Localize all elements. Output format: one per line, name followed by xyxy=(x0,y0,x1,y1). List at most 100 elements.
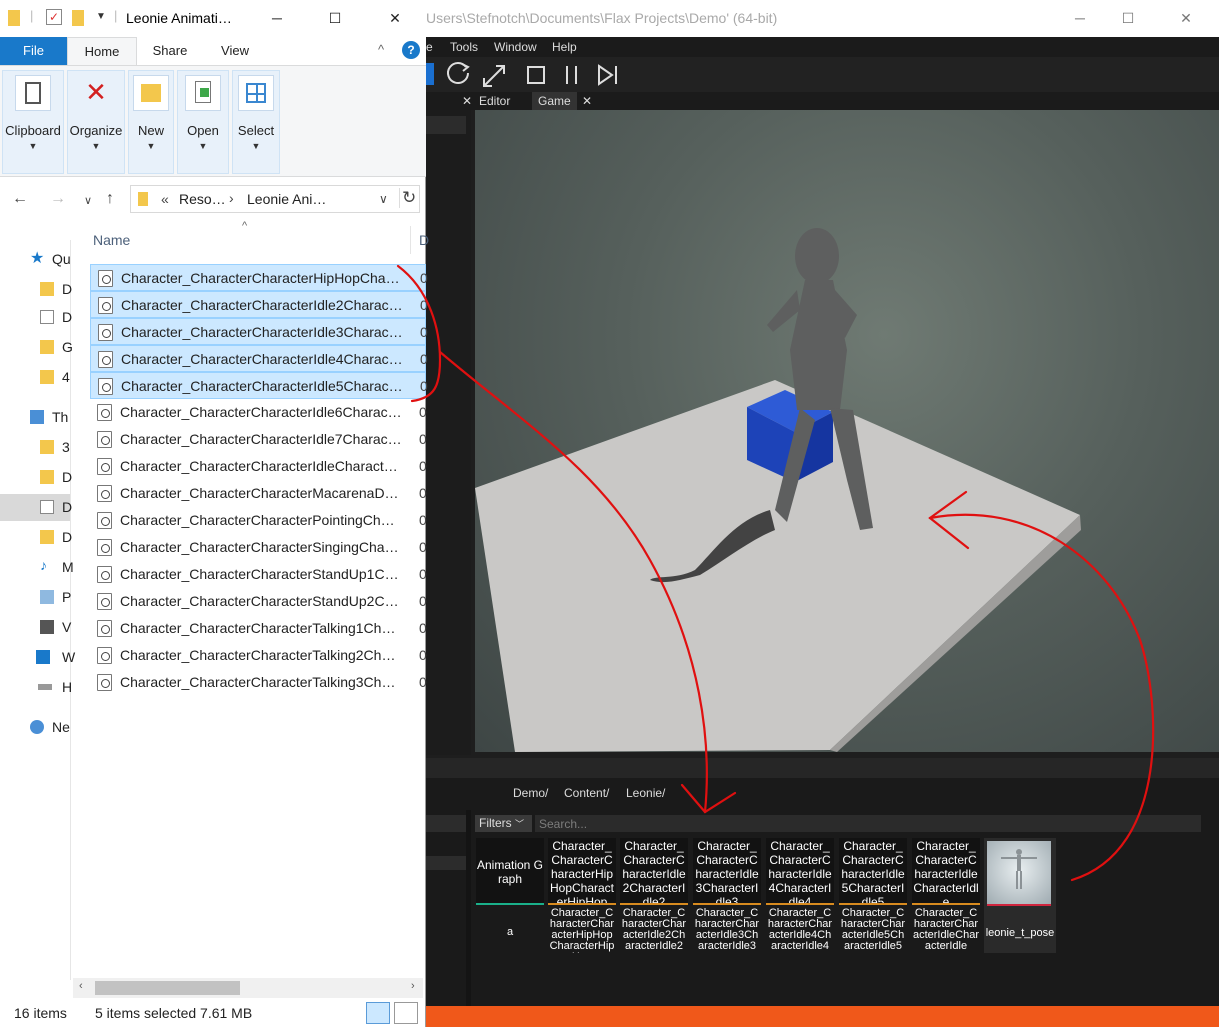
close-button[interactable]: ✕ xyxy=(1163,0,1209,37)
asset-hiphop[interactable]: Character_CharacterCharacterHipHopCharac… xyxy=(548,838,616,953)
breadcrumb-demo[interactable]: Demo/ xyxy=(513,786,548,800)
asset-leonie-t-pose[interactable]: leonie_t_pose xyxy=(984,838,1056,953)
nav-item[interactable]: V xyxy=(0,614,71,641)
nav-item[interactable]: G xyxy=(0,334,73,361)
content-search-input[interactable] xyxy=(535,815,1201,832)
forward-arrow-icon[interactable]: → xyxy=(50,190,66,208)
asset-idle3[interactable]: Character_CharacterCharacterIdle3Charact… xyxy=(693,838,761,953)
tab-view[interactable]: View xyxy=(205,37,265,65)
tab-game[interactable]: Game xyxy=(532,92,577,110)
step-icon[interactable] xyxy=(598,64,617,86)
menu-item-help[interactable]: Help xyxy=(552,40,577,54)
list-item[interactable]: Character_CharacterCharacterSingingCha… 0 xyxy=(90,534,427,561)
list-item[interactable]: Character_CharacterCharacterIdleCharact…… xyxy=(90,453,427,480)
menu-item-window[interactable]: Window xyxy=(494,40,537,54)
collapse-ribbon-icon[interactable]: ^ xyxy=(378,42,384,57)
nav-item[interactable]: W xyxy=(0,644,75,671)
menu-item-tools[interactable]: Tools xyxy=(450,40,478,54)
translate-icon[interactable] xyxy=(426,63,434,85)
minimize-button[interactable]: ─ xyxy=(254,0,300,37)
nav-item[interactable]: D xyxy=(0,276,72,303)
horizontal-scrollbar[interactable]: ‹ › xyxy=(73,978,423,998)
organize-group[interactable]: ✕ Organize ▼ xyxy=(67,70,125,174)
back-arrow-icon[interactable]: ← xyxy=(12,190,28,208)
nav-item[interactable]: 4 xyxy=(0,364,70,391)
nav-item[interactable]: ♪ M xyxy=(0,554,74,581)
list-item[interactable]: Character_CharacterCharacterIdle4Charac…… xyxy=(90,345,428,372)
details-view-button[interactable] xyxy=(366,1002,390,1024)
scene-tree-search[interactable] xyxy=(426,116,466,134)
list-item[interactable]: Character_CharacterCharacterStandUp1C… 0 xyxy=(90,561,427,588)
address-box[interactable]: « Reso… › Leonie Ani… ∨ ↻ xyxy=(130,185,420,213)
list-item[interactable]: Character_CharacterCharacterPointingCh… 0 xyxy=(90,507,427,534)
clipboard-group[interactable]: Clipboard ▼ xyxy=(2,70,64,174)
close-button[interactable]: ✕ xyxy=(372,0,418,37)
content-splitter[interactable] xyxy=(466,810,471,1006)
column-name[interactable]: Name xyxy=(93,232,130,248)
list-item[interactable]: Character_CharacterCharacterIdle5Charac…… xyxy=(90,372,428,399)
nav-item[interactable]: 3 xyxy=(0,434,70,461)
rotate-icon[interactable] xyxy=(447,62,470,84)
nav-item[interactable]: D xyxy=(0,304,72,331)
content-tree-search[interactable] xyxy=(426,815,466,832)
tab-game-close-icon[interactable]: ✕ xyxy=(576,92,598,110)
breadcrumb-content[interactable]: Content/ xyxy=(564,786,609,800)
asset-idle2[interactable]: Character_CharacterCharacterIdle2Charact… xyxy=(620,838,688,953)
tab-share[interactable]: Share xyxy=(140,37,200,65)
asset-idle4[interactable]: Character_CharacterCharacterIdle4Charact… xyxy=(766,838,834,953)
breadcrumb-leonie[interactable]: Leonie/ xyxy=(626,786,665,800)
help-icon[interactable]: ? xyxy=(402,41,420,59)
refresh-icon[interactable]: ↻ xyxy=(399,188,416,208)
address-part-resources[interactable]: Reso… xyxy=(179,191,226,207)
list-item[interactable]: Character_CharacterCharacterMacarenaD… 0 xyxy=(90,480,427,507)
maximize-button[interactable]: ☐ xyxy=(312,0,358,37)
up-arrow-icon[interactable]: ↑ xyxy=(106,190,114,208)
column-divider[interactable] xyxy=(410,226,411,254)
asset-idle[interactable]: Character_CharacterCharacterIdleCharacte… xyxy=(912,838,980,953)
nav-this-pc[interactable]: Th xyxy=(0,404,70,431)
nav-item[interactable]: H xyxy=(0,674,72,701)
filters-dropdown[interactable]: Filters ﹀ xyxy=(475,815,532,832)
tab-editor[interactable]: Editor xyxy=(473,92,516,110)
scrollbar-thumb[interactable] xyxy=(95,981,240,995)
game-viewport[interactable] xyxy=(475,110,1219,752)
open-group[interactable]: Open ▼ xyxy=(177,70,229,174)
new-folder-quick-icon[interactable] xyxy=(72,10,84,26)
large-icons-view-button[interactable] xyxy=(394,1002,418,1024)
nav-item[interactable]: D xyxy=(0,464,72,491)
stop-icon[interactable] xyxy=(527,66,545,84)
nav-quick-access[interactable]: ★ Qu xyxy=(0,246,71,273)
list-item[interactable]: Character_CharacterCharacterIdle6Charac…… xyxy=(90,399,427,426)
nav-item[interactable]: P xyxy=(0,584,71,611)
scale-icon[interactable] xyxy=(483,65,505,87)
address-overflow[interactable]: « xyxy=(161,191,169,207)
menu-item-scene[interactable]: e xyxy=(426,40,433,54)
quick-access-dropdown-icon[interactable]: ▼ xyxy=(96,11,106,22)
address-part-leonie[interactable]: Leonie Ani… xyxy=(247,191,326,207)
new-group[interactable]: New ▼ xyxy=(128,70,174,174)
properties-icon[interactable]: ✓ xyxy=(46,9,62,25)
nav-item[interactable]: D xyxy=(0,524,72,551)
scroll-right-icon[interactable]: › xyxy=(411,980,415,992)
asset-idle5[interactable]: Character_CharacterCharacterIdle5Charact… xyxy=(839,838,907,953)
list-item[interactable]: Character_CharacterCharacterTalking1Ch… 0 xyxy=(90,615,427,642)
address-dropdown-icon[interactable]: ∨ xyxy=(379,192,388,206)
recent-locations-icon[interactable]: ∨ xyxy=(84,194,92,207)
list-item[interactable]: Character_CharacterCharacterHipHopCha… 0 xyxy=(90,264,428,291)
column-date[interactable]: D xyxy=(419,232,429,248)
nav-network[interactable]: Ne xyxy=(0,714,70,741)
list-item[interactable]: Character_CharacterCharacterIdle2Charac…… xyxy=(90,291,428,318)
content-tree-item[interactable] xyxy=(426,856,466,870)
pause-icon[interactable] xyxy=(566,66,577,84)
asset-animation-graph[interactable]: Animation Graph a xyxy=(476,838,544,953)
nav-item[interactable]: D xyxy=(0,494,72,521)
tab-home[interactable]: Home xyxy=(67,37,137,65)
minimize-button[interactable]: ─ xyxy=(1057,0,1103,37)
list-item[interactable]: Character_CharacterCharacterStandUp2C… 0 xyxy=(90,588,427,615)
scroll-left-icon[interactable]: ‹ xyxy=(79,980,83,992)
list-item[interactable]: Character_CharacterCharacterTalking2Ch… 0 xyxy=(90,642,427,669)
maximize-button[interactable]: ☐ xyxy=(1105,0,1151,37)
tab-file[interactable]: File xyxy=(0,37,67,65)
list-item[interactable]: Character_CharacterCharacterIdle7Charac…… xyxy=(90,426,427,453)
list-item[interactable]: Character_CharacterCharacterTalking3Ch… 0 xyxy=(90,669,427,696)
